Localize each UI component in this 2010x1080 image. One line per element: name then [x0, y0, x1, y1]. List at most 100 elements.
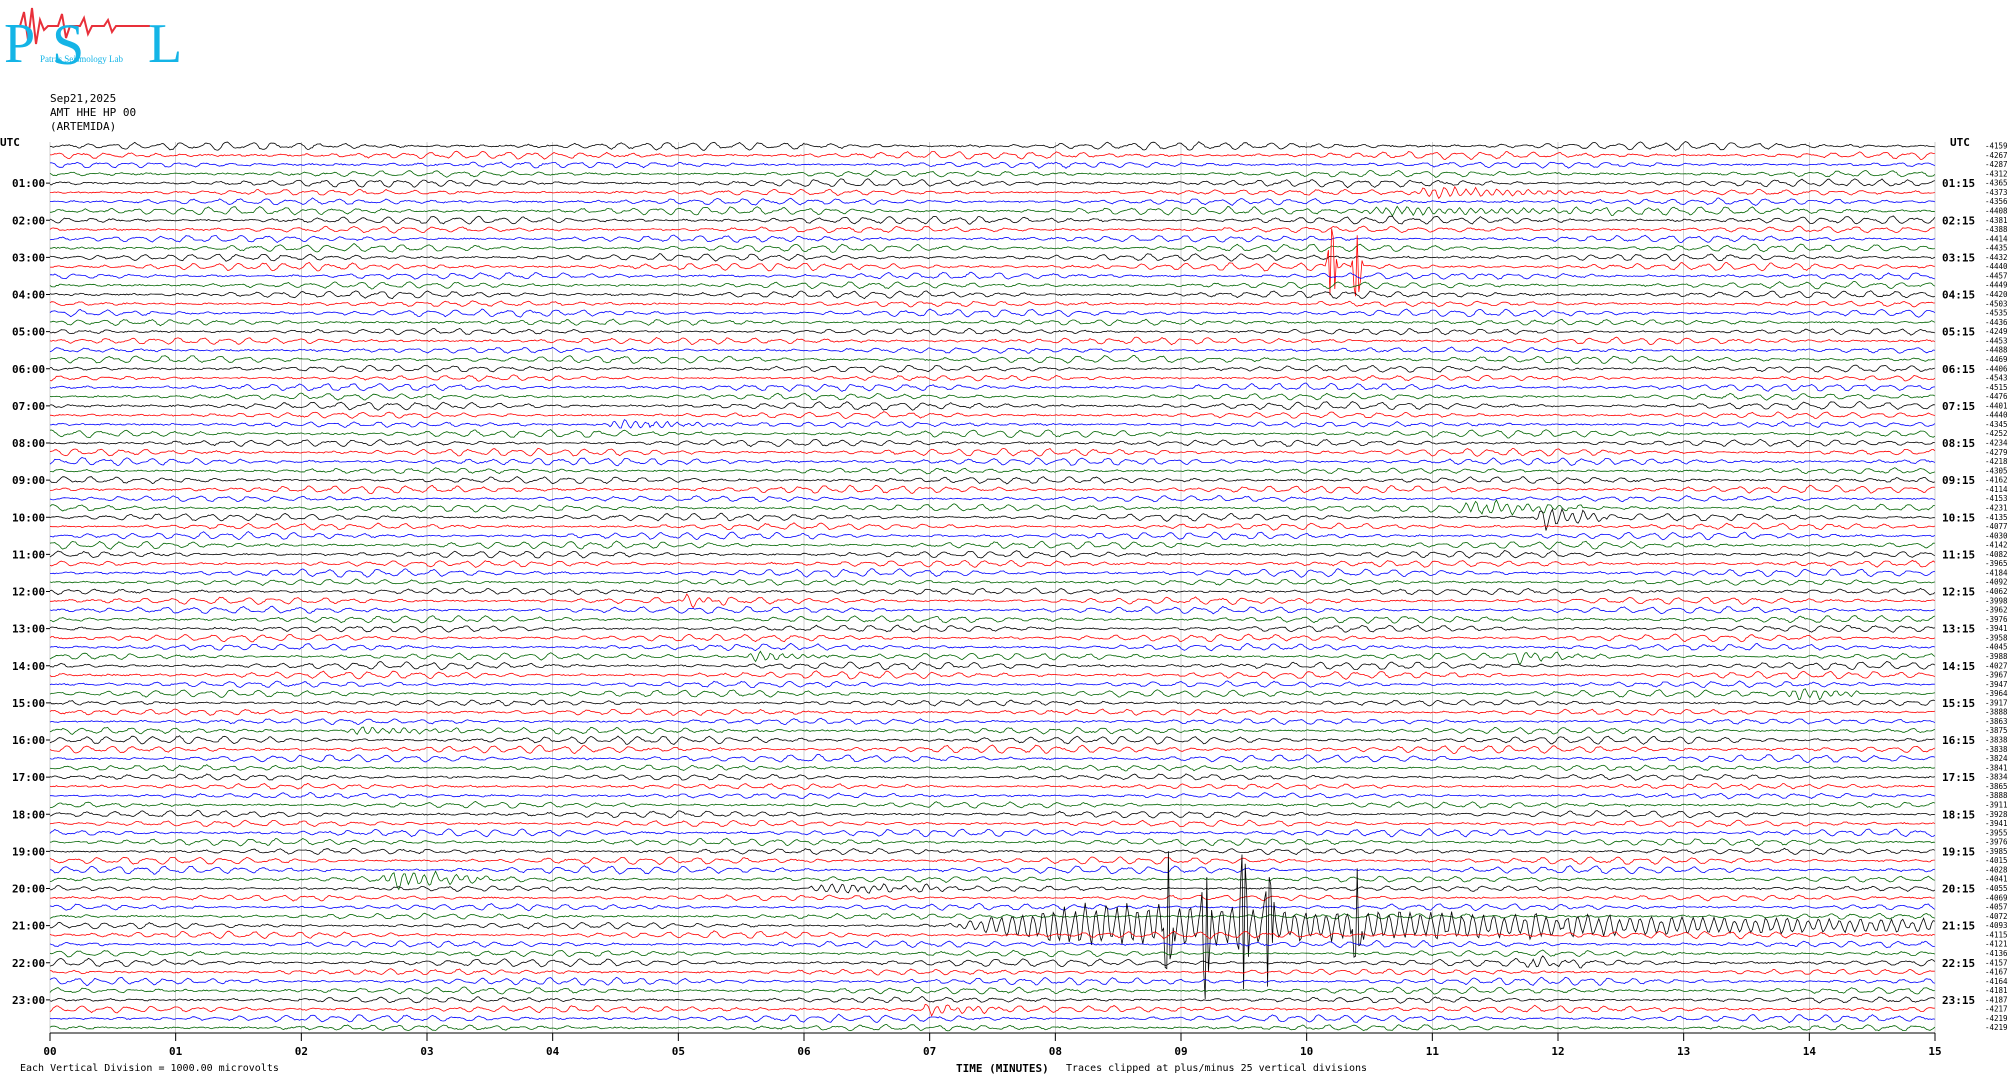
hour-label-right: 09:15: [1942, 474, 1975, 487]
row-offset-label: -3824: [1985, 754, 2008, 763]
row-offset-label: -4218: [1985, 457, 2008, 466]
seismic-trace: [49, 419, 1936, 429]
row-offset-label: -4373: [1985, 188, 2008, 197]
logo-letter-l: L: [148, 13, 182, 75]
x-tick-label: 07: [923, 1045, 936, 1058]
x-tick-label: 12: [1551, 1045, 1564, 1058]
hour-label-right: 05:15: [1942, 326, 1975, 339]
seismic-trace: [49, 801, 1935, 809]
row-offset-label: -4312: [1985, 169, 2008, 178]
row-offset-label: -4153: [1985, 494, 2008, 503]
seismic-trace: [49, 1013, 1935, 1024]
row-offset-label: -4077: [1985, 522, 2008, 531]
seismic-trace: [49, 688, 1935, 701]
row-offset-label: -4162: [1985, 476, 2008, 485]
seismic-trace: [49, 883, 1936, 894]
hour-label-right: 10:15: [1942, 511, 1975, 524]
header-date: Sep21,2025: [50, 92, 117, 105]
row-offset-label: -4345: [1985, 420, 2008, 429]
seismic-trace: [49, 615, 1935, 624]
x-tick-label: 08: [1049, 1045, 1062, 1058]
utc-label-right: UTC: [1950, 136, 1970, 149]
row-offset-label: -4159: [1985, 142, 2008, 151]
row-offset-label: -3888: [1985, 708, 2008, 717]
x-tick-label: 11: [1426, 1045, 1440, 1058]
offset-labels: -4159-4267-4287-4312-4365-4373-4356-4408…: [1985, 142, 2008, 1033]
hour-label-right: 03:15: [1942, 251, 1975, 264]
row-offset-label: -3958: [1985, 633, 2008, 642]
row-offset-label: -4453: [1985, 336, 2008, 345]
x-tick-label: 05: [672, 1045, 685, 1058]
x-tick-label: 01: [169, 1045, 183, 1058]
row-offset-label: -3863: [1985, 717, 2008, 726]
seismic-trace: [49, 726, 1935, 736]
x-tick-label: 03: [420, 1045, 433, 1058]
seismic-trace: [49, 234, 1935, 244]
seismic-trace: [49, 903, 1936, 912]
seismic-trace: [49, 968, 1935, 976]
seismic-trace: [49, 382, 1935, 392]
x-tick-label: 15: [1928, 1045, 1941, 1058]
x-tick-label: 14: [1803, 1045, 1817, 1058]
x-axis-title: TIME (MINUTES): [956, 1062, 1049, 1075]
seismic-trace: [49, 1023, 1936, 1032]
hour-label-right: 07:15: [1942, 400, 1975, 413]
x-axis: 00 01 02 03 04 05 06 07 08 09 10 11 12 13 14 15: [43, 1033, 1942, 1058]
seismic-trace: [49, 782, 1935, 791]
trace-group: [49, 141, 1936, 1032]
row-offset-label: -4093: [1985, 921, 2008, 930]
row-offset-label: -4030: [1985, 531, 2008, 540]
row-offset-label: -4057: [1985, 903, 2008, 912]
seismic-trace: [49, 495, 1935, 503]
hour-label-left: 09:00: [12, 474, 45, 487]
seismic-trace: [49, 336, 1935, 346]
row-offset-label: -4440: [1985, 411, 2008, 420]
hour-labels-right: 01:15 02:15 03:15 04:15 05:15 06:15 07:15 08:15…: [1942, 177, 1975, 1007]
seismic-trace: [49, 559, 1936, 568]
logo-subtitle: Patras Seismology Lab: [40, 54, 123, 64]
hour-label-left: 19:00: [12, 845, 45, 858]
hour-label-right: 11:15: [1942, 548, 1975, 561]
row-offset-label: -4252: [1985, 429, 2008, 438]
seismic-trace: [49, 773, 1935, 781]
seismic-trace: [49, 930, 1935, 940]
seismic-trace: [49, 271, 1935, 280]
hour-label-left: 17:00: [12, 771, 45, 784]
seismic-trace: [49, 827, 1936, 838]
row-offset-label: -4181: [1985, 986, 2008, 995]
x-tick-label: 10: [1300, 1045, 1313, 1058]
hour-label-left: 07:00: [12, 400, 45, 413]
seismic-trace: [49, 1003, 1935, 1017]
hour-label-left: 08:00: [12, 437, 45, 450]
row-offset-label: -4142: [1985, 541, 2008, 550]
seismic-trace: [49, 764, 1935, 772]
row-offset-label: -4388: [1985, 225, 2008, 234]
hour-label-left: 16:00: [12, 734, 45, 747]
row-offset-label: -4062: [1985, 587, 2008, 596]
seismic-trace: [49, 484, 1935, 495]
row-offset-label: -4515: [1985, 383, 2008, 392]
seismic-trace: [49, 865, 1935, 875]
hour-label-left: 18:00: [12, 808, 45, 821]
seismic-trace: [49, 499, 1935, 516]
row-offset-label: -4356: [1985, 197, 2008, 206]
seismic-trace: [49, 392, 1936, 401]
row-offset-label: -4249: [1985, 327, 2008, 336]
row-offset-label: -4432: [1985, 253, 2008, 262]
seismic-trace: [49, 161, 1935, 169]
seismic-trace: [49, 290, 1935, 300]
hour-label-left: 02:00: [12, 214, 45, 227]
row-offset-label: -4503: [1985, 299, 2008, 308]
seismic-trace: [49, 587, 1936, 596]
hour-label-left: 20:00: [12, 883, 45, 896]
seismic-trace: [49, 300, 1935, 308]
hour-label-left: 23:00: [12, 994, 45, 1007]
row-offset-label: -4267: [1985, 151, 2008, 160]
helicorder-plot: P S L Patras Seismology Lab UTC UTC 01:0…: [0, 7, 2008, 1058]
hour-label-left: 04:00: [12, 289, 45, 302]
seismic-trace: [49, 522, 1935, 531]
hour-label-left: 13:00: [12, 623, 45, 636]
hour-label-right: 20:15: [1942, 883, 1975, 896]
seismic-trace: [49, 215, 1936, 225]
row-offset-label: -4457: [1985, 271, 2008, 280]
